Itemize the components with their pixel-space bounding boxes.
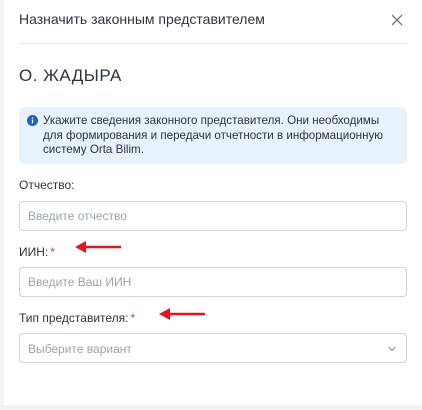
info-icon (27, 115, 38, 126)
rep-type-select[interactable]: Выберите вариант (19, 333, 407, 363)
info-alert: Укажите сведения законного представителя… (19, 107, 407, 164)
person-name: О. ЖАДЫРА (19, 66, 122, 85)
patronymic-label-text: Отчество: (19, 178, 75, 192)
chevron-down-icon (388, 346, 396, 352)
patronymic-input[interactable] (19, 201, 407, 231)
arrow-left-icon (75, 241, 121, 253)
page-backdrop-bottom (0, 405, 422, 410)
iin-input[interactable] (19, 267, 407, 297)
rep-type-label: Тип представителя: * (19, 311, 135, 325)
modal-title: Назначить законным представителем (19, 11, 265, 27)
info-text: Укажите сведения законного представителя… (43, 114, 383, 156)
modal-header: Назначить законным представителем (19, 0, 407, 44)
rep-type-label-text: Тип представителя: (19, 311, 129, 325)
iin-label: ИИН: * (19, 245, 55, 259)
patronymic-label: Отчество: (19, 178, 75, 192)
close-icon (391, 14, 403, 26)
assign-representative-modal: Назначить законным представителем О. ЖАД… (4, 0, 422, 405)
arrow-left-icon (159, 308, 205, 320)
required-mark: * (130, 311, 136, 325)
close-button[interactable] (387, 10, 407, 30)
iin-label-text: ИИН: (19, 245, 49, 259)
rep-type-selected-value: Выберите вариант (28, 342, 132, 356)
required-mark: * (50, 245, 55, 259)
